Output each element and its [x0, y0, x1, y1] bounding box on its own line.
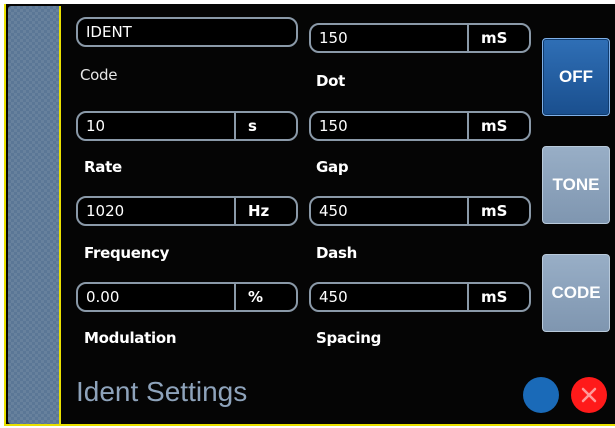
frequency-unit: Hz: [234, 198, 296, 224]
sidebar-handle[interactable]: [8, 6, 60, 424]
frequency-input[interactable]: 1020 Hz: [76, 196, 298, 226]
gap-input[interactable]: 150 mS: [309, 111, 531, 141]
sidebar-divider: [59, 6, 61, 424]
frequency-value: 1020: [86, 202, 125, 220]
rate-value: 10: [86, 117, 106, 135]
rate-label: Rate: [84, 158, 122, 176]
spacing-unit: mS: [467, 284, 529, 310]
code-button[interactable]: CODE: [542, 254, 610, 332]
off-button[interactable]: OFF: [542, 38, 610, 116]
rate-input[interactable]: 10 s: [76, 111, 298, 141]
gap-unit: mS: [467, 113, 529, 139]
modulation-input[interactable]: 0.00 %: [76, 282, 298, 312]
frequency-label: Frequency: [84, 244, 170, 262]
modulation-value: 0.00: [86, 288, 120, 306]
page-title: Ident Settings: [76, 376, 248, 407]
dash-label: Dash: [316, 244, 357, 262]
rate-unit: s: [234, 113, 296, 139]
modulation-unit: %: [234, 284, 296, 310]
spacing-input[interactable]: 450 mS: [309, 282, 531, 312]
dash-input[interactable]: 450 mS: [309, 196, 531, 226]
gap-value: 150: [319, 117, 348, 135]
blue-circle-icon[interactable]: [523, 377, 559, 413]
code-value: IDENT: [86, 23, 132, 41]
code-label: Code: [80, 66, 118, 84]
dot-input[interactable]: 150 mS: [309, 23, 531, 53]
dot-unit: mS: [467, 25, 529, 51]
close-icon: [581, 387, 597, 403]
modulation-label: Modulation: [84, 329, 177, 347]
code-input[interactable]: IDENT: [76, 17, 298, 47]
dot-label: Dot: [316, 72, 346, 90]
gap-label: Gap: [316, 158, 349, 176]
dash-value: 450: [319, 202, 348, 220]
tone-button[interactable]: TONE: [542, 146, 610, 224]
dot-value: 150: [319, 29, 348, 47]
dash-unit: mS: [467, 198, 529, 224]
spacing-value: 450: [319, 288, 348, 306]
close-button[interactable]: [571, 377, 607, 413]
spacing-label: Spacing: [316, 329, 382, 347]
